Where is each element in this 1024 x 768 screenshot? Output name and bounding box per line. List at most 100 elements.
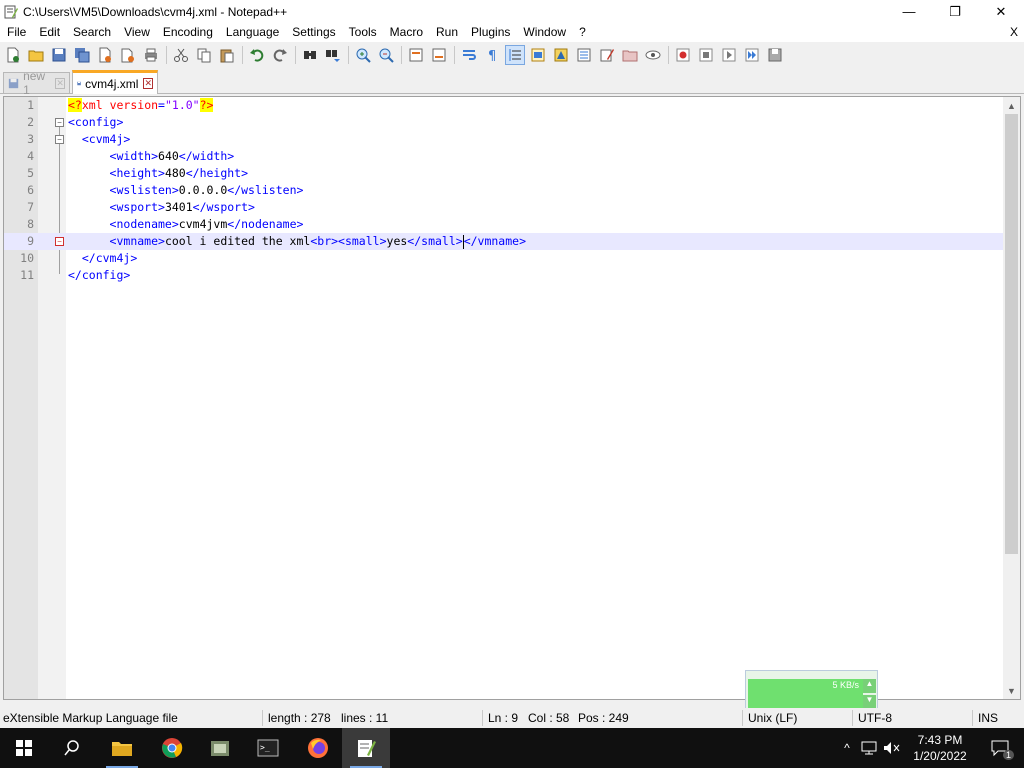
search-button[interactable] [48, 728, 96, 768]
network-speed-widget[interactable]: 5 KB/s ▲ ▼ [745, 670, 878, 712]
menu-run[interactable]: Run [429, 23, 464, 42]
close-file-icon[interactable] [95, 45, 115, 65]
start-button[interactable] [0, 728, 48, 768]
redo-icon[interactable] [270, 45, 290, 65]
code-line[interactable]: 10 </cvm4j> [4, 250, 1004, 267]
copy-icon[interactable] [194, 45, 214, 65]
code-line[interactable]: 1 <?xml version="1.0"?> [4, 97, 1004, 114]
tab-cvm4j-xml[interactable]: cvm4j.xml ✕ [72, 70, 158, 94]
macro-play-icon[interactable] [719, 45, 739, 65]
taskbar: >_ ^ 7:43 PM 1/20/2022 1 [0, 728, 1024, 768]
notification-count: 1 [1002, 750, 1014, 760]
macro-stop-icon[interactable] [696, 45, 716, 65]
download-arrow-icon: ▼ [863, 695, 876, 709]
monitoring-eye-icon[interactable] [643, 45, 663, 65]
taskbar-firefox[interactable] [294, 728, 342, 768]
folder-workspace-icon[interactable] [597, 45, 617, 65]
volume-muted-icon[interactable] [882, 740, 902, 756]
user-defined-language-icon[interactable] [528, 45, 548, 65]
minimize-button[interactable]: — [886, 0, 932, 23]
system-clock[interactable]: 7:43 PM 1/20/2022 [905, 732, 975, 764]
menu-plugins[interactable]: Plugins [464, 23, 516, 42]
menu-file[interactable]: File [0, 23, 32, 42]
code-line[interactable]: 7 <wsport>3401</wsport> [4, 199, 1004, 216]
code-line[interactable]: 11 </config> [4, 267, 1004, 284]
code-line-current[interactable]: 9 − <vmname>cool i edited the xml<br><sm… [4, 233, 1004, 250]
menu-edit[interactable]: Edit [32, 23, 66, 42]
close-window-button[interactable]: ✕ [978, 0, 1024, 23]
code-lines: 1 <?xml version="1.0"?> 2 − <config> 3 −… [4, 97, 1004, 284]
macro-record-icon[interactable] [673, 45, 693, 65]
editor-area[interactable]: 1 <?xml version="1.0"?> 2 − <config> 3 −… [3, 96, 1021, 700]
scroll-down-icon[interactable]: ▼ [1003, 682, 1020, 699]
close-document-button[interactable]: X [1010, 23, 1018, 42]
status-eol[interactable]: Unix (LF) [748, 711, 797, 725]
function-list-icon[interactable] [574, 45, 594, 65]
vertical-scrollbar[interactable]: ▲ ▼ [1003, 97, 1020, 699]
show-all-characters-icon[interactable]: ¶ [482, 45, 502, 65]
code-line[interactable]: 6 <wslisten>0.0.0.0</wslisten> [4, 182, 1004, 199]
indent-guide-icon[interactable] [505, 44, 525, 65]
close-tab-icon[interactable]: ✕ [143, 78, 153, 89]
sync-horizontal-icon[interactable] [429, 45, 449, 65]
status-length: length : 278 [268, 711, 331, 725]
menu-macro[interactable]: Macro [383, 23, 429, 42]
menu-language[interactable]: Language [219, 23, 285, 42]
system-tray: ^ [838, 728, 902, 768]
network-icon[interactable] [860, 740, 878, 756]
code-line[interactable]: 2 − <config> [4, 114, 1004, 131]
status-insert-mode[interactable]: INS [978, 711, 998, 725]
code-line[interactable]: 5 <height>480</height> [4, 165, 1004, 182]
line-number: 3 [27, 132, 34, 146]
scrollbar-thumb[interactable] [1005, 114, 1018, 554]
open-file-icon[interactable] [26, 45, 46, 65]
fold-collapse-icon[interactable]: − [55, 237, 64, 246]
word-wrap-icon[interactable] [459, 45, 479, 65]
restore-button[interactable]: ❐ [932, 0, 978, 23]
scroll-up-icon[interactable]: ▲ [1003, 97, 1020, 114]
menu-help[interactable]: ? [572, 23, 592, 42]
show-hidden-icons-icon[interactable]: ^ [838, 741, 856, 755]
menu-encoding[interactable]: Encoding [156, 23, 219, 42]
save-icon[interactable] [49, 45, 69, 65]
menu-tools[interactable]: Tools [342, 23, 383, 42]
find-icon[interactable] [300, 45, 320, 65]
fold-collapse-icon[interactable]: − [55, 118, 64, 127]
taskbar-chrome[interactable] [148, 728, 196, 768]
undo-icon[interactable] [247, 45, 267, 65]
line-number: 5 [27, 166, 34, 180]
paste-icon[interactable] [217, 45, 237, 65]
new-file-icon[interactable] [3, 45, 23, 65]
taskbar-terminal[interactable]: >_ [244, 728, 292, 768]
code-line[interactable]: 3 − <cvm4j> [4, 131, 1004, 148]
chrome-icon [162, 738, 183, 758]
close-all-icon[interactable] [118, 45, 138, 65]
document-map-icon[interactable] [551, 45, 571, 65]
code-line[interactable]: 8 <nodename>cvm4jvm</nodename> [4, 216, 1004, 233]
menu-search[interactable]: Search [66, 23, 117, 42]
menu-settings[interactable]: Settings [285, 23, 341, 42]
notifications-button[interactable]: 1 [976, 728, 1024, 768]
taskbar-app-installer[interactable] [196, 728, 244, 768]
zoom-out-icon[interactable] [376, 45, 396, 65]
menu-window[interactable]: Window [516, 23, 572, 42]
zoom-in-icon[interactable] [353, 45, 373, 65]
taskbar-file-explorer[interactable] [98, 728, 146, 768]
tab-new-1[interactable]: new 1 ✕ [3, 69, 70, 97]
save-all-icon[interactable] [72, 45, 92, 65]
sync-vertical-icon[interactable] [406, 45, 426, 65]
line-number: 9 [27, 234, 34, 248]
macro-run-multiple-icon[interactable] [742, 45, 762, 65]
code-line[interactable]: 4 <width>640</width> [4, 148, 1004, 165]
menu-view[interactable]: View [117, 23, 156, 42]
cut-icon[interactable] [171, 45, 191, 65]
macro-save-icon[interactable] [765, 45, 785, 65]
line-number: 2 [27, 115, 34, 129]
status-encoding[interactable]: UTF-8 [858, 711, 892, 725]
fold-collapse-icon[interactable]: − [55, 135, 64, 144]
replace-icon[interactable] [323, 45, 343, 65]
close-tab-icon[interactable]: ✕ [55, 77, 65, 89]
taskbar-notepadpp[interactable] [342, 728, 390, 768]
print-icon[interactable] [141, 45, 161, 65]
folder-icon[interactable] [620, 45, 640, 65]
